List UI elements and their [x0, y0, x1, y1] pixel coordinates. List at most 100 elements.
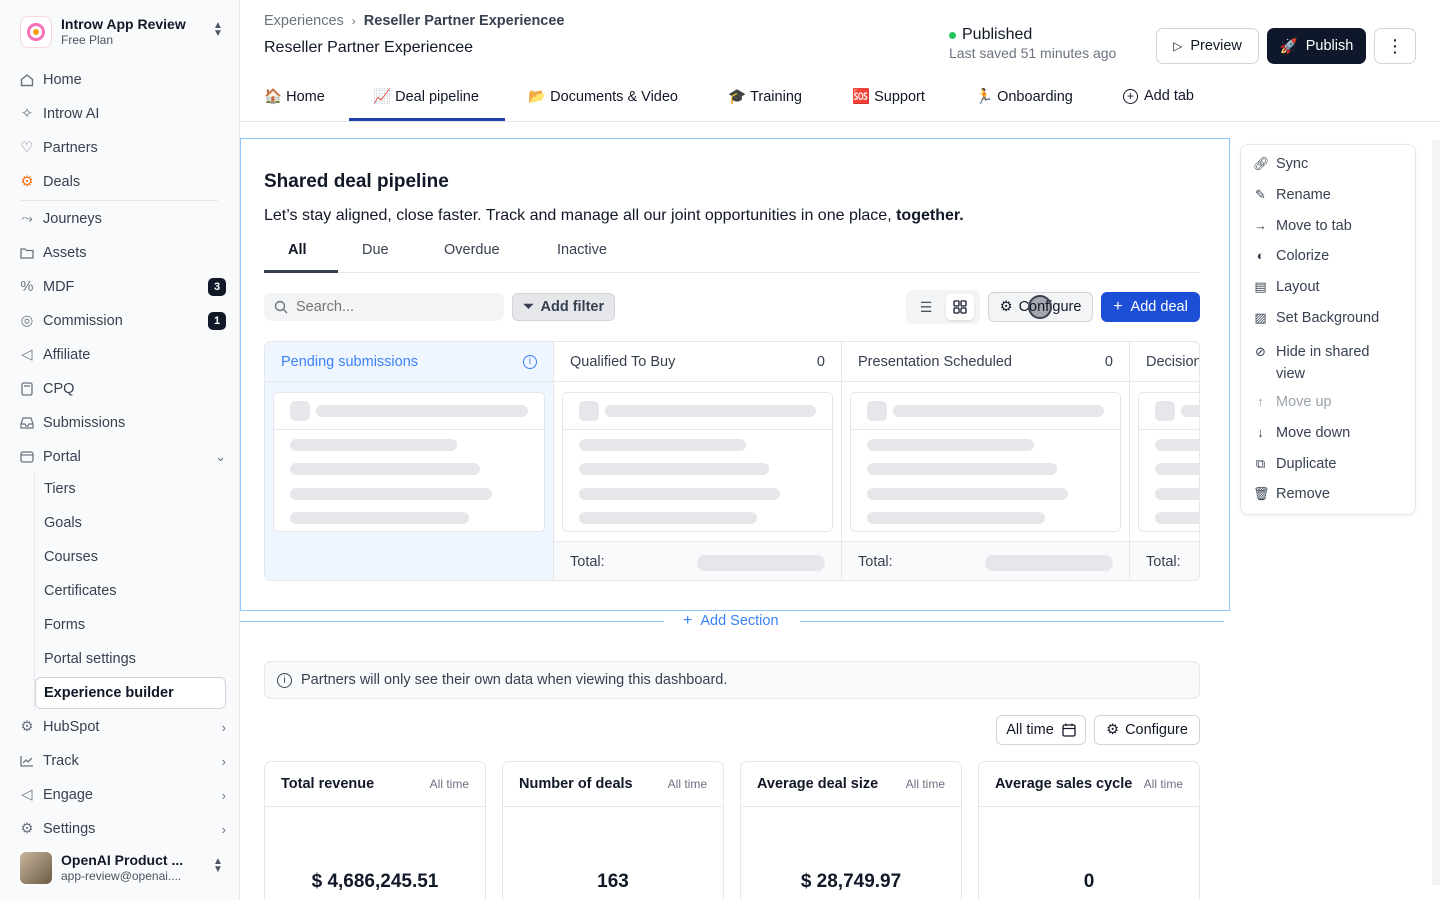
kpi-title: Total revenue [281, 776, 375, 792]
list-view-button[interactable]: ☰ [912, 294, 940, 320]
filter-tab-all[interactable]: All [288, 242, 307, 258]
menu-item-sync[interactable]: 🔗︎ Sync [1253, 156, 1308, 172]
filter-tab-overdue[interactable]: Overdue [444, 242, 500, 258]
publish-button[interactable]: 🚀 Publish [1267, 28, 1366, 64]
kpi-title: Average sales cycle [995, 776, 1133, 792]
sidebar-item-cpq[interactable]: CPQ [20, 375, 226, 403]
arrow-down-icon: ↓ [1257, 425, 1264, 440]
filter-tab-due[interactable]: Due [362, 242, 389, 258]
sidebar-item-settings[interactable]: ⚙ Settings › [20, 815, 227, 843]
megaphone-icon: ◁ [21, 787, 33, 803]
preview-button[interactable]: ▷ Preview [1156, 28, 1259, 64]
menu-item-duplicate[interactable]: ⧉ Duplicate [1253, 456, 1337, 472]
tab-deal-pipeline[interactable]: 📈 Deal pipeline [373, 88, 479, 106]
tree-line [34, 472, 35, 710]
menu-item-label: Move up [1276, 394, 1332, 410]
tab-documents-video[interactable]: 📂 Documents & Video [528, 88, 678, 106]
tab-bar: 🏠 Home 📈 Deal pipeline 📂 Documents & Vid… [240, 78, 1440, 122]
menu-item-label: Duplicate [1276, 456, 1337, 472]
subtitle-text: Let’s stay aligned, close faster. Track … [264, 207, 892, 224]
menu-item-remove[interactable]: 🗑︎ Remove [1253, 486, 1330, 502]
menu-item-set-background[interactable]: ▨ Set Background [1253, 310, 1379, 326]
sidebar-item-submissions[interactable]: Submissions [20, 409, 226, 437]
grid-icon [953, 300, 967, 314]
sidebar-subitem-experience-builder[interactable]: Experience builder [35, 677, 226, 709]
breadcrumb-root[interactable]: Experiences [264, 13, 344, 29]
board-view-button[interactable] [946, 294, 974, 320]
sidebar-item-affiliate[interactable]: ◁ Affiliate [20, 341, 226, 369]
sidebar-item-home[interactable]: Home [20, 66, 226, 94]
sidebar-subitem-forms[interactable]: Forms [44, 613, 85, 637]
tab-training[interactable]: 🎓 Training [728, 88, 802, 106]
skeleton-card [850, 392, 1121, 532]
sidebar-item-engage[interactable]: ◁ Engage › [20, 781, 226, 809]
skeleton-card [562, 392, 833, 532]
menu-item-rename[interactable]: ✎ Rename [1253, 187, 1331, 203]
sidebar-item-label: Journeys [43, 211, 102, 227]
sidebar-item-mdf[interactable]: % MDF 3 [20, 273, 226, 301]
route-icon: ⤳ [21, 211, 33, 227]
sidebar-item-portal[interactable]: Portal ⌄ [20, 443, 226, 471]
board-column-qualified: Qualified To Buy 0 Total: [554, 342, 842, 580]
menu-item-hide-in-shared-view[interactable]: ⊘ Hide in shared view [1253, 341, 1403, 385]
search-input[interactable] [296, 299, 486, 315]
sidebar-subitem-certificates[interactable]: Certificates [44, 579, 117, 603]
add-filter-button[interactable]: ⏷ Add filter [512, 293, 615, 321]
total-label: Total: [858, 554, 893, 570]
tab-onboarding[interactable]: 🏃 Onboarding [975, 88, 1073, 106]
column-count: 0 [816, 353, 825, 370]
breadcrumb-current: Reseller Partner Experiencee [363, 13, 565, 29]
sidebar-item-introw-ai[interactable]: ✧ Introw AI [20, 100, 226, 128]
user-menu[interactable]: OpenAI Product ... app-review@openai....… [20, 851, 226, 885]
page-scrollbar[interactable] [1432, 140, 1440, 885]
sidebar-subitem-goals[interactable]: Goals [44, 511, 82, 535]
menu-item-label: Colorize [1276, 248, 1330, 264]
date-range-picker[interactable]: All time [996, 715, 1086, 745]
menu-item-colorize[interactable]: ◐ Colorize [1253, 248, 1330, 264]
tab-emoji: 📂 [528, 89, 547, 105]
home-icon [20, 73, 34, 87]
sidebar-item-journeys[interactable]: ⤳ Journeys [20, 205, 226, 233]
chevron-right-icon: › [351, 14, 356, 28]
sidebar-subitem-portal-settings[interactable]: Portal settings [44, 647, 136, 671]
filter-icon: ⏷ [522, 299, 535, 315]
info-icon[interactable]: i [523, 354, 537, 369]
page-title[interactable]: Reseller Partner Experiencee [264, 39, 473, 57]
configure-dashboard-button[interactable]: ⚙ Configure [1094, 715, 1200, 745]
active-filter-indicator [264, 270, 338, 273]
sidebar-item-label: CPQ [43, 381, 75, 397]
status-dot [949, 31, 956, 39]
workspace-switcher[interactable]: Introw App Review Free Plan ▲ ▼ [20, 14, 226, 50]
tab-home[interactable]: 🏠 Home [264, 88, 325, 106]
sidebar-item-deals[interactable]: ⚙ Deals [20, 168, 226, 196]
sidebar-item-assets[interactable]: Assets [20, 239, 226, 267]
menu-item-layout[interactable]: ▤ Layout [1253, 279, 1320, 295]
sidebar-item-label: Introw AI [43, 106, 100, 122]
menu-item-move-to-tab[interactable]: → Move to tab [1253, 218, 1352, 234]
sidebar-item-commission[interactable]: ◎ Commission 1 [20, 307, 226, 335]
tab-label: Onboarding [997, 88, 1073, 105]
sidebar-item-partners[interactable]: ♡ Partners [20, 134, 226, 162]
percent-icon: % [20, 279, 34, 295]
add-deal-button[interactable]: + Add deal [1101, 292, 1200, 322]
add-tab-button[interactable]: + Add tab [1123, 88, 1194, 104]
more-options-button[interactable]: ⋮ [1374, 28, 1416, 64]
sidebar-item-hubspot[interactable]: ⚙ HubSpot › [20, 713, 227, 741]
column-title: Decision [1146, 353, 1200, 370]
publish-status: Published Last saved 51 minutes ago [949, 26, 1116, 61]
menu-item-label: Layout [1276, 279, 1320, 295]
avatar [20, 852, 52, 884]
menu-item-move-down[interactable]: ↓ Move down [1253, 425, 1350, 441]
menu-item-label: Move down [1276, 425, 1351, 441]
sidebar-item-track[interactable]: Track › [20, 747, 226, 775]
tab-support[interactable]: 🆘 Support [852, 88, 925, 106]
filter-tab-inactive[interactable]: Inactive [557, 242, 607, 258]
board-column-presentation: Presentation Scheduled 0 Total: [842, 342, 1130, 580]
pipeline-board: Pending submissions i Qualified To Buy 0 T… [264, 341, 1200, 581]
tab-label: Training [750, 88, 802, 105]
sidebar-subitem-tiers[interactable]: Tiers [44, 477, 76, 501]
more-vertical-icon: ⋮ [1386, 35, 1404, 56]
tab-emoji: 🏠 [264, 89, 283, 105]
sidebar-subitem-courses[interactable]: Courses [44, 545, 98, 569]
add-section-button[interactable]: + Add Section [683, 612, 779, 630]
